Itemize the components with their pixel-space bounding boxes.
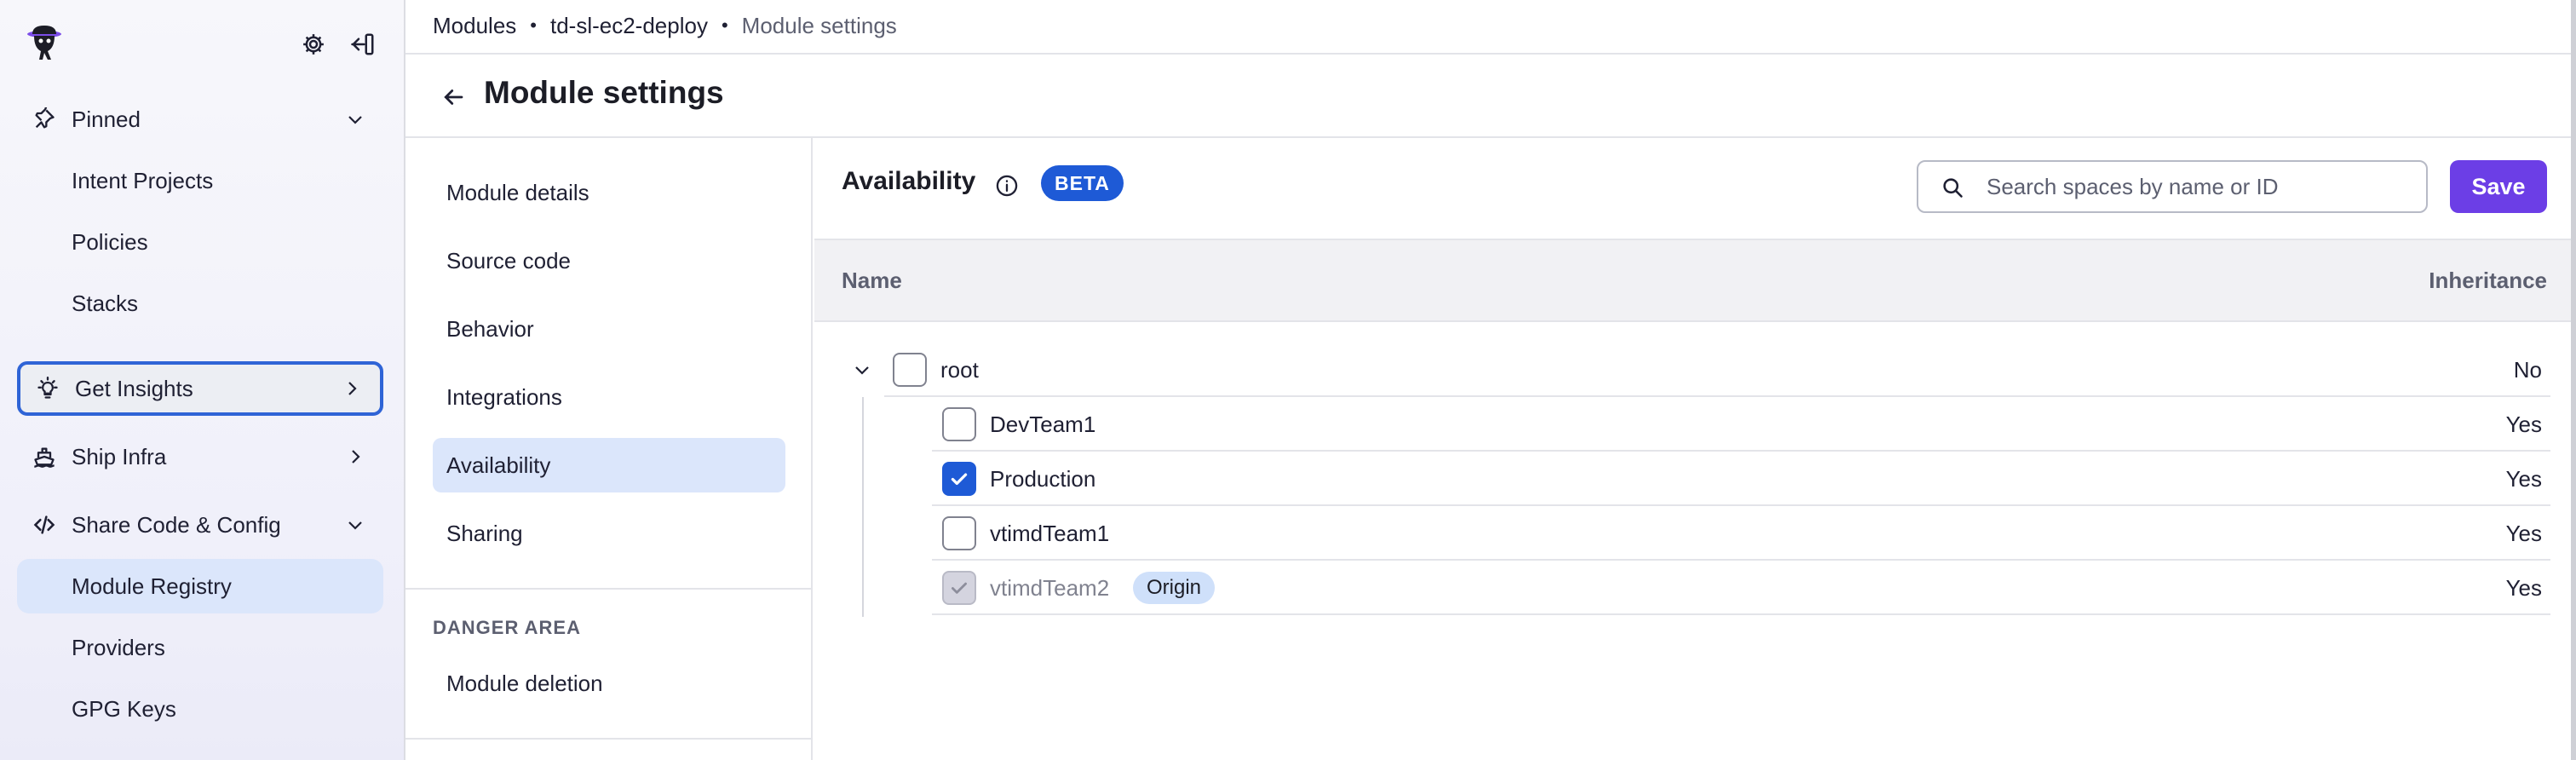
sidebar-item-policies[interactable]: Policies <box>17 215 383 269</box>
menu-item-source-code[interactable]: Source code <box>433 233 785 288</box>
checkbox-disabled <box>942 571 976 605</box>
breadcrumb-separator: • <box>530 14 537 36</box>
table-row-production: Production Yes <box>942 452 2542 506</box>
checkbox[interactable] <box>893 353 927 387</box>
row-inheritance: Yes <box>2505 465 2542 492</box>
sidebar-section-label: Ship Infra <box>72 443 167 469</box>
sidebar-item-intent-projects[interactable]: Intent Projects <box>17 153 383 208</box>
pin-icon <box>29 104 60 135</box>
sidebar-item-label: Stacks <box>72 290 139 316</box>
checkmark-icon <box>952 582 967 594</box>
chevron-right-icon <box>342 444 368 469</box>
sidebar-item-label: Module Registry <box>72 573 232 599</box>
code-icon <box>29 510 60 540</box>
row-inheritance: Yes <box>2505 520 2542 546</box>
collapse-sidebar-icon[interactable] <box>348 29 378 60</box>
menu-item-module-details[interactable]: Module details <box>433 165 785 220</box>
chevron-down-icon[interactable] <box>848 356 876 383</box>
table-header: Name Inheritance <box>814 239 2576 322</box>
sidebar-item-label: Providers <box>72 634 165 660</box>
sidebar-section-pinned[interactable]: Pinned <box>17 92 383 147</box>
column-header-name: Name <box>842 268 902 293</box>
sidebar-item-gpg-keys[interactable]: GPG Keys <box>17 682 383 736</box>
breadcrumb-separator: • <box>721 14 728 36</box>
sidebar-item-label: Intent Projects <box>72 167 214 193</box>
sidebar-section-share-code[interactable]: Share Code & Config <box>17 498 383 552</box>
table-row-vtimdteam1: vtimdTeam1 Yes <box>942 506 2542 561</box>
search-icon <box>1939 174 1966 201</box>
sidebar-section-get-insights[interactable]: Get Insights <box>17 361 383 416</box>
sidebar-item-label: GPG Keys <box>72 695 176 722</box>
origin-badge: Origin <box>1133 572 1216 604</box>
column-header-inheritance: Inheritance <box>2429 268 2547 293</box>
menu-item-availability[interactable]: Availability <box>433 438 785 492</box>
search-input[interactable] <box>1987 169 2412 204</box>
row-inheritance: No <box>2513 356 2542 383</box>
page-title: Module settings <box>484 75 724 110</box>
sidebar-item-providers[interactable]: Providers <box>17 620 383 675</box>
menu-item-module-deletion[interactable]: Module deletion <box>433 656 785 711</box>
beta-badge: BETA <box>1041 165 1124 201</box>
settings-gear-icon[interactable] <box>298 29 329 60</box>
row-name: vtimdTeam1 <box>990 520 1110 546</box>
info-icon[interactable] <box>993 172 1021 199</box>
row-name: root <box>940 356 979 383</box>
sidebar: Pinned Intent Projects Policies Stacks G… <box>0 0 405 760</box>
ship-icon <box>29 441 60 472</box>
table-row-vtimdteam2: vtimdTeam2 Origin Yes <box>942 561 2542 615</box>
checkbox-checked[interactable] <box>942 462 976 496</box>
sidebar-section-ship-infra[interactable]: Ship Infra <box>17 429 383 484</box>
menu-divider <box>405 588 813 590</box>
table-row-devteam1: DevTeam1 Yes <box>942 397 2542 452</box>
header-divider <box>405 53 2576 55</box>
app-logo-icon[interactable] <box>22 20 66 65</box>
breadcrumb: Modules • td-sl-ec2-deploy • Module sett… <box>433 10 897 41</box>
breadcrumb-current: Module settings <box>741 12 897 38</box>
save-button[interactable]: Save <box>2450 160 2547 213</box>
row-name: DevTeam1 <box>990 411 1096 437</box>
availability-title: Availability <box>842 167 976 195</box>
sidebar-section-label: Pinned <box>72 106 141 132</box>
back-arrow-icon[interactable] <box>436 80 470 114</box>
sidebar-item-module-registry[interactable]: Module Registry <box>17 559 383 613</box>
checkbox[interactable] <box>942 407 976 441</box>
chevron-down-icon <box>342 512 368 538</box>
search-field[interactable] <box>1917 160 2428 213</box>
chevron-right-icon <box>339 376 365 401</box>
sidebar-section-label: Share Code & Config <box>72 511 281 538</box>
checkbox[interactable] <box>942 516 976 550</box>
menu-item-integrations[interactable]: Integrations <box>433 370 785 424</box>
menu-divider <box>405 738 813 740</box>
breadcrumb-module[interactable]: td-sl-ec2-deploy <box>550 13 708 39</box>
lightbulb-icon <box>32 373 63 404</box>
menu-item-sharing[interactable]: Sharing <box>433 506 785 561</box>
row-name: Production <box>990 465 1096 492</box>
row-inheritance: Yes <box>2505 411 2542 437</box>
app-window: Pinned Intent Projects Policies Stacks G… <box>0 0 2576 760</box>
window-scrollbar[interactable] <box>2571 0 2576 760</box>
settings-menu: Module details Source code Behavior Inte… <box>405 138 813 760</box>
breadcrumb-modules[interactable]: Modules <box>433 13 516 39</box>
sidebar-item-label: Policies <box>72 228 148 255</box>
row-name: vtimdTeam2 <box>990 574 1110 601</box>
chevron-down-icon <box>342 107 368 132</box>
menu-item-behavior[interactable]: Behavior <box>433 302 785 356</box>
row-divider <box>932 613 2550 615</box>
row-inheritance: Yes <box>2505 574 2542 601</box>
sidebar-section-label: Get Insights <box>75 375 193 401</box>
table-row-root: root No <box>842 343 2542 397</box>
tree-guide-line <box>862 397 864 617</box>
sidebar-item-stacks[interactable]: Stacks <box>17 276 383 331</box>
danger-area-title: DANGER AREA <box>433 617 581 638</box>
checkmark-icon <box>951 473 968 486</box>
